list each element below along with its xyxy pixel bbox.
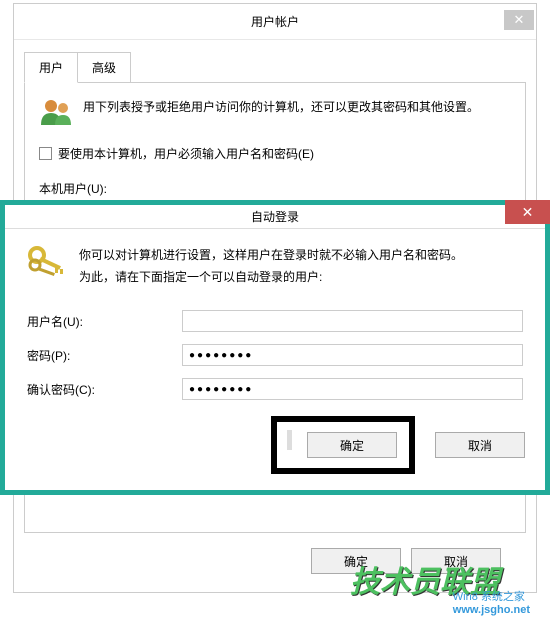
watermark-subtext: Win8 系统之家 <box>453 591 525 603</box>
info-row: 用下列表授予或拒绝用户访问你的计算机，还可以更改其密码和其他设置。 <box>39 97 511 127</box>
modal-buttons: 确定 取消 <box>271 416 525 474</box>
tabs: 用户 高级 <box>24 52 526 83</box>
users-icon <box>39 97 73 127</box>
checkbox-row: 要使用本计算机，用户必须输入用户名和密码(E) <box>39 145 511 162</box>
users-list-label: 本机用户(U): <box>39 180 511 197</box>
modal-text-line: 为此，请在下面指定一个可以自动登录的用户: <box>79 267 463 289</box>
tab-label: 高级 <box>92 61 116 75</box>
password-label: 密码(P): <box>27 347 182 364</box>
modal-content: 你可以对计算机进行设置，这样用户在登录时就不必输入用户名和密码。 为此，请在下面… <box>5 229 545 428</box>
form-row-username: 用户名(U): <box>27 310 523 332</box>
modal-text-line: 你可以对计算机进行设置，这样用户在登录时就不必输入用户名和密码。 <box>79 245 463 267</box>
modal-title: 自动登录 <box>251 208 299 225</box>
tab-label: 用户 <box>39 61 63 75</box>
title-bar: 用户帐户 ✕ <box>14 4 536 40</box>
close-icon: ✕ <box>514 12 525 28</box>
button-label: 确定 <box>340 439 364 453</box>
highlight-box: 确定 <box>271 416 415 474</box>
login-form: 用户名(U): 密码(P): 确认密码(C): <box>27 310 523 400</box>
require-password-checkbox[interactable] <box>39 147 52 160</box>
password-input[interactable] <box>182 344 523 366</box>
watermark-link: www.jsgho.net <box>453 604 530 616</box>
window-title: 用户帐户 <box>251 13 299 30</box>
button-label: 取消 <box>468 439 492 453</box>
modal-close-button[interactable]: ✕ <box>505 200 550 224</box>
checkbox-label: 要使用本计算机，用户必须输入用户名和密码(E) <box>58 145 314 162</box>
form-row-confirm: 确认密码(C): <box>27 378 523 400</box>
modal-text: 你可以对计算机进行设置，这样用户在登录时就不必输入用户名和密码。 为此，请在下面… <box>79 245 463 288</box>
modal-title-bar: 自动登录 ✕ <box>5 205 545 229</box>
form-row-password: 密码(P): <box>27 344 523 366</box>
auto-login-modal: 自动登录 ✕ 你可以对计算机进行设置，这样用户在登录时就不必输入用户名和密码。 … <box>0 200 550 495</box>
close-icon: ✕ <box>522 204 534 221</box>
info-text: 用下列表授予或拒绝用户访问你的计算机，还可以更改其密码和其他设置。 <box>83 97 479 117</box>
modal-cancel-button[interactable]: 取消 <box>435 432 525 458</box>
confirm-label: 确认密码(C): <box>27 381 182 398</box>
username-label: 用户名(U): <box>27 313 182 330</box>
close-button[interactable]: ✕ <box>504 10 534 30</box>
tab-users[interactable]: 用户 <box>24 52 78 83</box>
watermark-url: Win8 系统之家 www.jsgho.net <box>453 588 530 616</box>
modal-ok-button[interactable]: 确定 <box>307 432 397 458</box>
keys-icon <box>27 245 67 281</box>
tab-advanced[interactable]: 高级 <box>77 52 131 82</box>
modal-info: 你可以对计算机进行设置，这样用户在登录时就不必输入用户名和密码。 为此，请在下面… <box>27 245 523 288</box>
username-input[interactable] <box>182 310 523 332</box>
confirm-input[interactable] <box>182 378 523 400</box>
